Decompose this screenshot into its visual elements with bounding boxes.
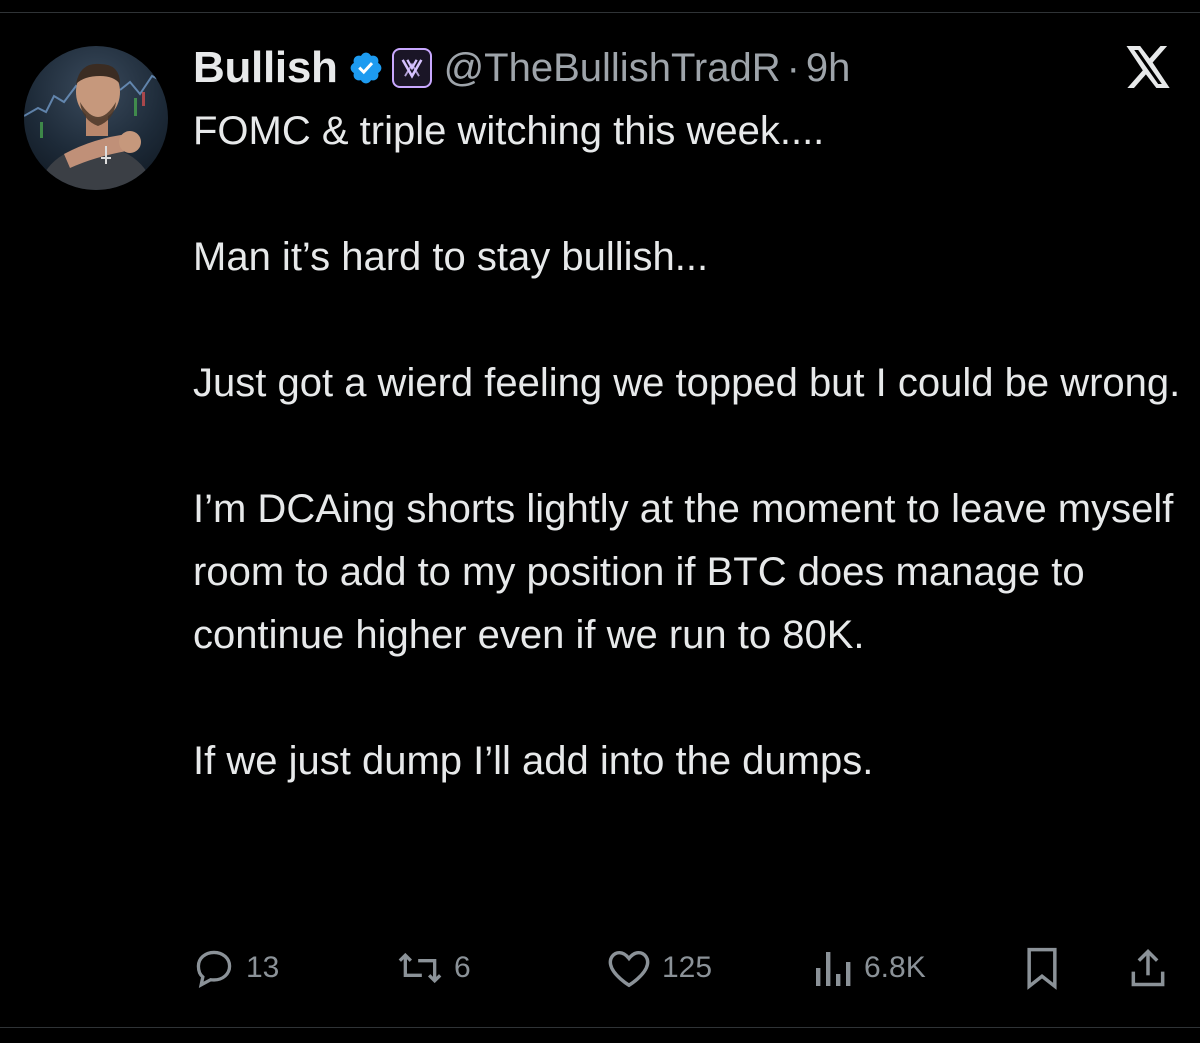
repost-icon xyxy=(398,952,442,984)
tweet-paragraph: Just got a wierd feeling we topped but I… xyxy=(193,361,1181,405)
bookmark-button[interactable] xyxy=(1022,940,1062,996)
repost-count: 6 xyxy=(454,951,471,984)
tweet-paragraph: I’m DCAing shorts lightly at the moment … xyxy=(193,487,1174,657)
avatar[interactable] xyxy=(24,46,168,190)
like-count: 125 xyxy=(662,951,713,984)
tweet-paragraph: Man it’s hard to stay bullish... xyxy=(193,235,709,279)
tweet-paragraph: If we just dump I’ll add into the dumps. xyxy=(193,739,874,783)
repost-button[interactable]: 6 xyxy=(396,940,471,996)
affiliate-badge-icon[interactable] xyxy=(391,48,432,88)
share-icon xyxy=(1131,949,1165,987)
avatar-image xyxy=(24,63,168,190)
header-separator: · xyxy=(786,45,800,90)
bottom-divider xyxy=(0,1027,1200,1028)
verified-badge-icon[interactable] xyxy=(348,50,384,86)
x-logo-icon xyxy=(1126,46,1170,88)
share-button[interactable] xyxy=(1128,940,1168,996)
tweet-header: Bullish @TheBullishTradR · 9h xyxy=(193,40,850,96)
tweet-paragraph: FOMC & triple witching this week.... xyxy=(193,109,825,153)
reply-icon xyxy=(196,950,232,989)
views-count: 6.8K xyxy=(864,951,926,984)
author-handle[interactable]: @TheBullishTradR xyxy=(444,46,781,91)
display-name[interactable]: Bullish xyxy=(193,43,338,93)
like-button[interactable]: 125 xyxy=(606,940,712,996)
tweet-text: FOMC & triple witching this week.... Man… xyxy=(193,100,1193,793)
views-icon xyxy=(816,952,851,986)
reply-count: 13 xyxy=(246,951,280,984)
views-button[interactable]: 6.8K xyxy=(814,940,926,996)
tweet-timestamp[interactable]: 9h xyxy=(806,46,851,91)
bookmark-icon xyxy=(1027,947,1057,990)
heart-icon xyxy=(608,950,650,988)
top-divider xyxy=(0,12,1200,13)
reply-button[interactable]: 13 xyxy=(192,940,279,996)
tweet-actions: 13 6 125 6.8K xyxy=(0,940,1200,996)
